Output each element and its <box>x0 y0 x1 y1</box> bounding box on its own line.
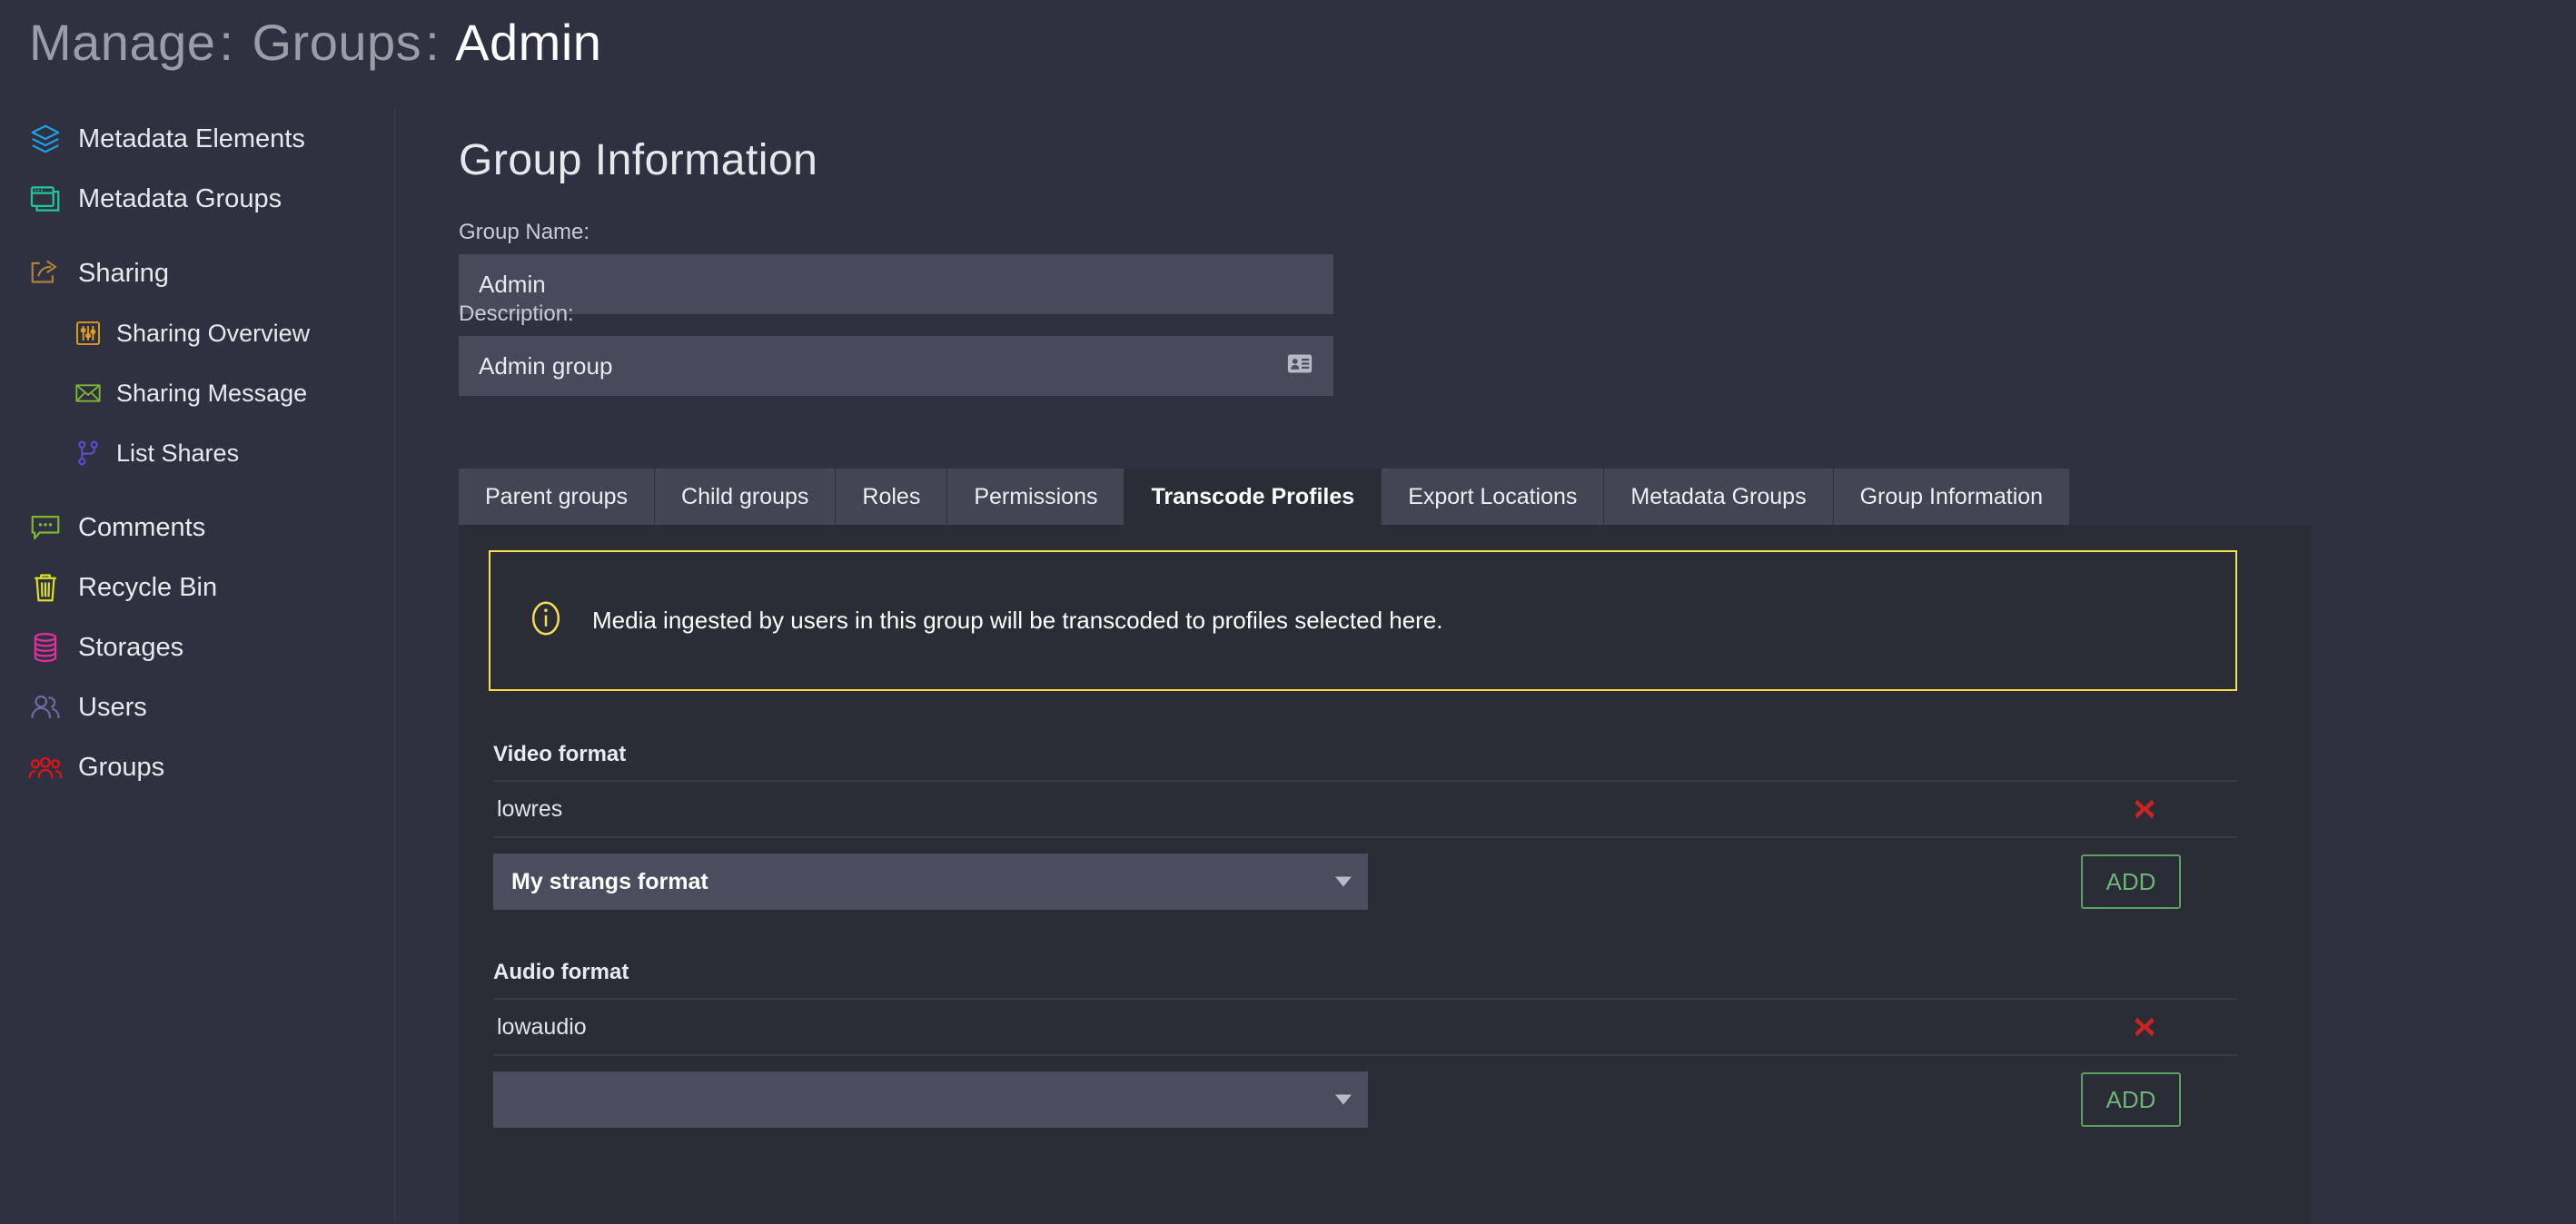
sidebar-item-comments[interactable]: Comments <box>0 498 394 558</box>
video-profile-name: lowres <box>497 796 562 823</box>
tab-permissions[interactable]: Permissions <box>947 469 1125 525</box>
sidebar-item-metadata-groups[interactable]: Metadata Groups <box>0 169 394 229</box>
video-format-controls: My strangs format ADD <box>493 838 2237 910</box>
sidebar-item-label: Users <box>78 693 147 723</box>
transcode-profiles-panel: Media ingested by users in this group wi… <box>459 525 2311 1224</box>
add-video-format-button[interactable]: ADD <box>2081 854 2181 909</box>
description-value: Admin group <box>479 352 612 380</box>
sidebar-spacer <box>0 483 394 498</box>
contact-card-icon[interactable] <box>1286 350 1313 382</box>
sliders-icon <box>73 318 104 349</box>
breadcrumb-separator-2: : <box>421 14 443 71</box>
info-banner: Media ingested by users in this group wi… <box>489 550 2237 691</box>
breadcrumb-manage[interactable]: Manage <box>29 14 215 71</box>
tab-group-information[interactable]: Group Information <box>1834 469 2070 525</box>
envelope-icon <box>73 378 104 409</box>
audio-format-section: Audio format lowaudio ADD <box>493 960 2237 1128</box>
tab-export-locations[interactable]: Export Locations <box>1382 469 1604 525</box>
audio-format-select[interactable] <box>493 1071 1368 1128</box>
database-icon <box>27 629 64 666</box>
video-format-selected-value: My strangs format <box>511 869 708 895</box>
sidebar-item-label: Groups <box>78 753 164 783</box>
breadcrumb-groups[interactable]: Groups <box>253 14 422 71</box>
main-content: Group Information Group Name: Admin Desc… <box>396 109 2576 1222</box>
group-people-icon <box>27 749 64 785</box>
comment-icon <box>27 509 64 546</box>
tab-metadata-groups[interactable]: Metadata Groups <box>1604 469 1833 525</box>
audio-format-controls: ADD <box>493 1056 2237 1128</box>
sidebar-item-storages[interactable]: Storages <box>0 617 394 677</box>
tab-transcode-profiles[interactable]: Transcode Profiles <box>1125 469 1382 525</box>
breadcrumb-separator-1: : <box>215 14 237 71</box>
tab-roles[interactable]: Roles <box>836 469 947 525</box>
git-branch-icon <box>73 438 104 469</box>
sidebar-item-label: Sharing Overview <box>116 320 310 348</box>
sidebar-item-recycle-bin[interactable]: Recycle Bin <box>0 558 394 617</box>
tab-parent-groups[interactable]: Parent groups <box>459 469 655 525</box>
sidebar-spacer <box>0 229 394 243</box>
audio-profile-name: lowaudio <box>497 1014 587 1041</box>
description-input[interactable]: Admin group <box>459 336 1333 396</box>
audio-format-heading: Audio format <box>493 960 2237 998</box>
tab-child-groups[interactable]: Child groups <box>655 469 836 525</box>
group-name-field: Group Name: Admin <box>459 220 1333 314</box>
sidebar: Metadata Elements Metadata Groups Sharin… <box>0 109 395 1222</box>
sidebar-item-label: Metadata Groups <box>78 184 282 214</box>
sidebar-item-label: Recycle Bin <box>78 573 217 603</box>
sidebar-item-users[interactable]: Users <box>0 677 394 737</box>
info-icon <box>525 597 567 644</box>
trash-icon <box>27 569 64 606</box>
sidebar-item-metadata-elements[interactable]: Metadata Elements <box>0 109 394 169</box>
chevron-down-icon <box>1335 877 1352 887</box>
sidebar-item-label: Sharing <box>78 259 169 289</box>
table-row: lowres <box>493 780 2237 838</box>
sidebar-item-groups[interactable]: Groups <box>0 737 394 797</box>
table-row: lowaudio <box>493 998 2237 1056</box>
tab-bar: Parent groups Child groups Roles Permiss… <box>459 469 2069 525</box>
video-format-select[interactable]: My strangs format <box>493 854 1368 910</box>
sidebar-item-label: List Shares <box>116 439 239 468</box>
video-format-section: Video format lowres My strangs format AD… <box>493 742 2237 910</box>
description-field: Description: Admin group <box>459 301 1333 396</box>
windows-icon <box>27 181 64 217</box>
sidebar-item-list-shares[interactable]: List Shares <box>0 423 394 483</box>
users-icon <box>27 689 64 726</box>
remove-icon[interactable] <box>2131 1013 2158 1041</box>
remove-icon[interactable] <box>2131 795 2158 823</box>
video-format-heading: Video format <box>493 742 2237 780</box>
add-audio-format-button[interactable]: ADD <box>2081 1072 2181 1127</box>
page-title: Group Information <box>459 135 817 185</box>
sidebar-item-label: Comments <box>78 513 205 543</box>
share-icon <box>27 255 64 291</box>
breadcrumb: Manage: Groups: Admin <box>29 13 601 72</box>
layers-icon <box>27 121 64 157</box>
sidebar-item-sharing[interactable]: Sharing <box>0 243 394 303</box>
group-name-value: Admin <box>479 271 546 299</box>
sidebar-item-sharing-overview[interactable]: Sharing Overview <box>0 303 394 363</box>
sidebar-item-label: Sharing Message <box>116 380 307 408</box>
group-name-label: Group Name: <box>459 220 1333 245</box>
sidebar-item-label: Metadata Elements <box>78 124 305 154</box>
sidebar-item-sharing-message[interactable]: Sharing Message <box>0 363 394 423</box>
chevron-down-icon <box>1335 1095 1352 1105</box>
description-label: Description: <box>459 301 1333 327</box>
info-banner-text: Media ingested by users in this group wi… <box>592 607 1443 635</box>
sidebar-item-label: Storages <box>78 633 183 663</box>
breadcrumb-admin: Admin <box>455 14 601 71</box>
